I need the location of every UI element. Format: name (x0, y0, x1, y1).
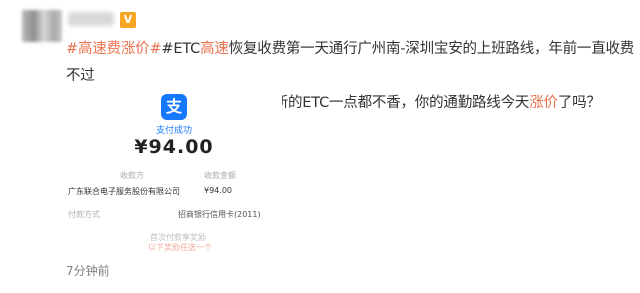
payment-status: 支付成功 (155, 126, 192, 136)
vip-v-icon: V (120, 12, 136, 28)
username-blurred[interactable] (68, 12, 114, 26)
payment-method-label: 付款方式 (68, 210, 100, 219)
payment-amount: ¥94.00 (134, 136, 214, 158)
amount-value: ¥94.00 (204, 186, 232, 195)
post-text-end: 了吗？ (557, 95, 601, 111)
keyword-link-price-rise[interactable]: 涨价 (529, 95, 558, 111)
hashtag-link-fee-increase[interactable]: #高速费涨价# (66, 41, 162, 57)
hashtag-etc-prefix: #ETC (161, 41, 201, 57)
payment-receipt-image[interactable]: 支 支付成功 ¥94.00 收款方 收款金额 广东联合电子服务股份有限公司 ¥9… (66, 92, 282, 255)
keyword-link-highway[interactable]: 高速 (200, 41, 229, 57)
payee-value: 广东联合电子服务股份有限公司 (68, 187, 180, 196)
avatar[interactable] (22, 10, 62, 42)
payee-label: 收款方 (120, 171, 144, 180)
reward-subtitle: 以下奖励任选一个 (148, 243, 212, 252)
amount-label: 收款金额 (204, 171, 236, 180)
payment-method-value: 招商银行信用卡(2011) (178, 210, 261, 219)
post-timestamp[interactable]: 7分钟前 (66, 262, 110, 279)
alipay-icon: 支 (161, 94, 187, 120)
